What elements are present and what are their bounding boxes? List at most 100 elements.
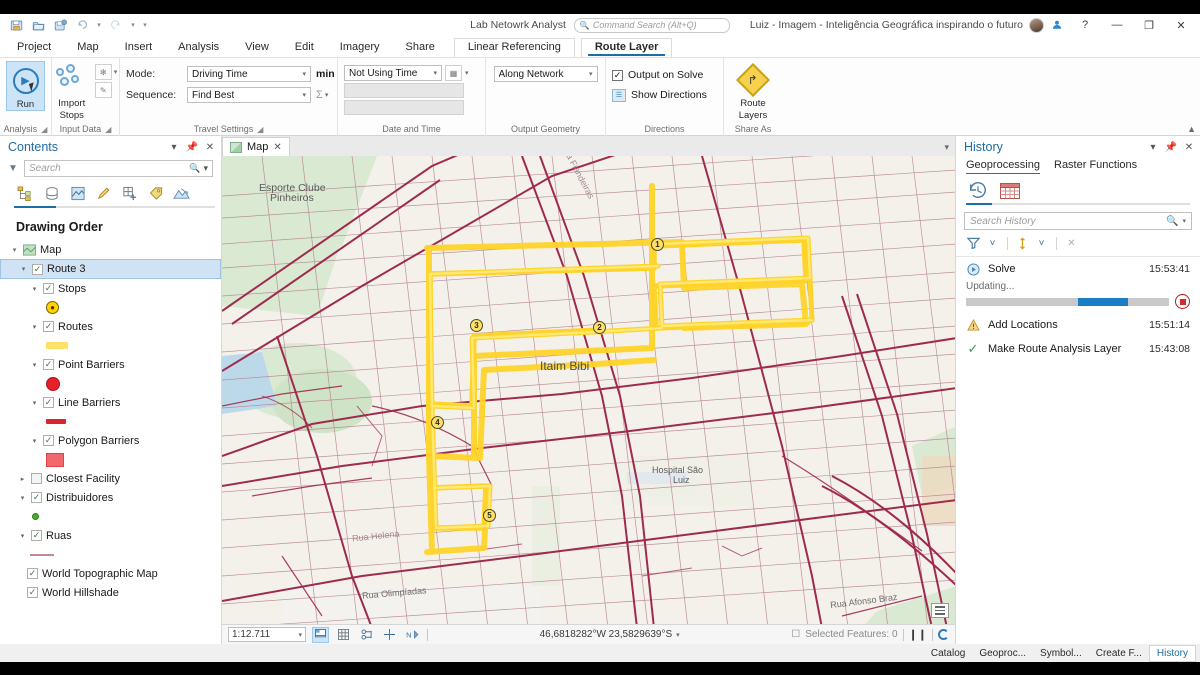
list-by-selection-tab[interactable] bbox=[66, 183, 89, 204]
sum-icon[interactable]: Σ bbox=[316, 89, 323, 101]
expand-toggle-icon[interactable]: ▾ bbox=[18, 532, 27, 540]
layer-row-route-3[interactable]: ▾ ✓ Route 3 bbox=[0, 259, 221, 279]
avatar[interactable] bbox=[1029, 17, 1044, 33]
clear-icon[interactable]: ✕ bbox=[1064, 235, 1079, 251]
filter-icon[interactable] bbox=[966, 235, 981, 251]
list-by-drawing-order-tab[interactable] bbox=[14, 183, 37, 204]
north-arrow-icon[interactable]: N bbox=[404, 627, 421, 643]
filter-icon[interactable]: ▼ bbox=[6, 163, 20, 174]
pin-icon[interactable]: 📌 bbox=[1164, 142, 1178, 153]
maximize-button[interactable]: ❐ bbox=[1134, 15, 1164, 36]
expand-toggle-icon[interactable]: ▾ bbox=[30, 361, 39, 369]
pause-drawing-button[interactable]: ❙❙ bbox=[909, 628, 927, 641]
analysis-dialog-launcher-icon[interactable]: ◢ bbox=[41, 123, 47, 136]
chevron-down-icon[interactable]: ▾ bbox=[944, 142, 949, 153]
sequence-select[interactable]: Find Best ▾ bbox=[187, 87, 311, 103]
stop-marker-4[interactable]: 4 bbox=[431, 416, 444, 429]
map-canvas[interactable]: Esporte Clube Pinheiros Itaim Bibi Hospi… bbox=[222, 156, 955, 624]
run-button[interactable]: ▶ Run bbox=[6, 61, 45, 111]
output-on-solve-checkbox[interactable]: ✓ Output on Solve bbox=[612, 66, 703, 84]
grid-icon[interactable] bbox=[335, 627, 352, 643]
expand-toggle-icon[interactable]: ▾ bbox=[18, 494, 27, 502]
list-by-editing-tab[interactable] bbox=[92, 183, 115, 204]
travel-settings-dialog-launcher-icon[interactable]: ◢ bbox=[257, 123, 263, 136]
create-stops-dropdown-icon[interactable]: ▾ bbox=[114, 68, 118, 76]
layer-visibility-checkbox[interactable]: ✓ bbox=[43, 397, 54, 408]
redo-dropdown-icon[interactable]: ▾ bbox=[128, 21, 138, 29]
layer-row-point-barriers[interactable]: ▾ ✓ Point Barriers bbox=[0, 355, 221, 374]
stop-marker-2[interactable]: 2 bbox=[593, 321, 606, 334]
close-button[interactable]: ✕ bbox=[1166, 15, 1196, 36]
create-stops-icon[interactable]: ✻ bbox=[94, 64, 112, 80]
selection-tool-icon[interactable] bbox=[312, 626, 329, 643]
ribbon-tab-analysis[interactable]: Analysis bbox=[165, 39, 232, 57]
chevron-down-icon[interactable]: ▾ bbox=[1146, 142, 1160, 153]
chevron-down-icon[interactable]: ▾ bbox=[1182, 217, 1186, 225]
time-field[interactable] bbox=[344, 100, 464, 115]
expand-toggle-icon[interactable]: ▾ bbox=[10, 246, 19, 254]
notifications-icon[interactable] bbox=[1046, 15, 1068, 35]
list-by-snapping-tab[interactable] bbox=[118, 183, 141, 204]
ribbon-tab-insert[interactable]: Insert bbox=[112, 39, 166, 57]
measure-icon[interactable] bbox=[358, 627, 375, 643]
close-icon[interactable]: ✕ bbox=[273, 142, 281, 153]
list-by-diagram-tab[interactable] bbox=[170, 183, 193, 204]
layer-row-routes[interactable]: ▾ ✓ Routes bbox=[0, 317, 221, 336]
close-icon[interactable]: ✕ bbox=[203, 142, 217, 153]
time-usage-select[interactable]: Not Using Time ▾ bbox=[344, 65, 442, 81]
redo-icon[interactable] bbox=[106, 16, 126, 34]
history-item-solve[interactable]: Solve 15:53:41 bbox=[956, 257, 1200, 281]
minimize-button[interactable]: — bbox=[1102, 15, 1132, 36]
layer-visibility-checkbox[interactable]: ✓ bbox=[31, 492, 42, 503]
dock-tab-symbology[interactable]: Symbol... bbox=[1033, 646, 1089, 661]
dock-tab-catalog[interactable]: Catalog bbox=[924, 646, 972, 661]
chevron-down-icon[interactable]: ▾ bbox=[676, 631, 680, 639]
save-as-icon[interactable] bbox=[50, 16, 70, 34]
expand-toggle-icon[interactable]: ▾ bbox=[30, 285, 39, 293]
map-scale-select[interactable]: 1:12.711 ▾ bbox=[228, 627, 306, 642]
expand-toggle-icon[interactable]: ▾ bbox=[30, 437, 39, 445]
sum-dropdown-icon[interactable]: ▾ bbox=[325, 91, 329, 99]
sort-icon[interactable] bbox=[1015, 235, 1030, 251]
crosshair-icon[interactable] bbox=[381, 627, 398, 643]
chevron-down-icon[interactable]: ▾ bbox=[167, 142, 181, 153]
chevron-down-icon[interactable]: ▾ bbox=[203, 163, 208, 174]
layer-row-world-topographic-map[interactable]: ✓ World Topographic Map bbox=[0, 564, 221, 583]
collapse-ribbon-icon[interactable]: ▲ bbox=[1187, 124, 1196, 134]
import-stops-button[interactable]: Import Stops bbox=[54, 61, 90, 121]
layer-row-line-barriers[interactable]: ▾ ✓ Line Barriers bbox=[0, 393, 221, 412]
layer-row-closest-facility[interactable]: ▸ ✓ Closest Facility bbox=[0, 469, 221, 488]
layer-visibility-checkbox[interactable]: ✓ bbox=[43, 359, 54, 370]
ribbon-tab-edit[interactable]: Edit bbox=[282, 39, 327, 57]
layer-row-distribuidores[interactable]: ▾ ✓ Distribuidores bbox=[0, 488, 221, 507]
layer-visibility-checkbox[interactable]: ✓ bbox=[43, 321, 54, 332]
contents-search-input[interactable]: Search 🔍 ▾ bbox=[24, 160, 213, 177]
history-item-add-locations[interactable]: Add Locations 15:51:14 bbox=[956, 313, 1200, 337]
undo-icon[interactable] bbox=[72, 16, 92, 34]
dock-tab-create-features[interactable]: Create F... bbox=[1089, 646, 1149, 661]
ribbon-tab-imagery[interactable]: Imagery bbox=[327, 39, 393, 57]
layer-visibility-checkbox[interactable]: ✓ bbox=[31, 530, 42, 541]
route-layers-button[interactable]: ↱ Route Layers bbox=[732, 61, 774, 121]
overview-map-icon[interactable] bbox=[931, 603, 949, 618]
cancel-tool-button[interactable] bbox=[1175, 294, 1190, 309]
expand-toggle-icon[interactable]: ▾ bbox=[30, 399, 39, 407]
layer-row-stops[interactable]: ▾ ✓ Stops bbox=[0, 279, 221, 298]
list-by-data-source-tab[interactable] bbox=[40, 183, 63, 204]
edit-stops-icon[interactable]: ✎ bbox=[94, 82, 112, 98]
layer-visibility-checkbox[interactable]: ✓ bbox=[43, 435, 54, 446]
tab-geoprocessing[interactable]: Geoprocessing bbox=[966, 159, 1040, 174]
ribbon-tab-share[interactable]: Share bbox=[393, 39, 448, 57]
stop-marker-5[interactable]: 5 bbox=[483, 509, 496, 522]
undo-dropdown-icon[interactable]: ▾ bbox=[94, 21, 104, 29]
expand-toggle-icon[interactable]: ▾ bbox=[30, 323, 39, 331]
command-search-input[interactable]: 🔍 Command Search (Alt+Q) bbox=[573, 17, 730, 33]
ribbon-tab-route-layer[interactable]: Route Layer bbox=[580, 38, 673, 57]
stop-marker-1[interactable]: 1 bbox=[651, 238, 664, 251]
list-by-labeling-tab[interactable] bbox=[144, 183, 167, 204]
dock-tab-geoprocessing[interactable]: Geoproc... bbox=[972, 646, 1033, 661]
ribbon-tab-project[interactable]: Project bbox=[4, 39, 64, 57]
history-search-input[interactable]: Search History 🔍 ▾ bbox=[964, 212, 1192, 230]
open-project-icon[interactable] bbox=[28, 16, 48, 34]
expand-toggle-icon[interactable]: ▸ bbox=[18, 475, 27, 483]
